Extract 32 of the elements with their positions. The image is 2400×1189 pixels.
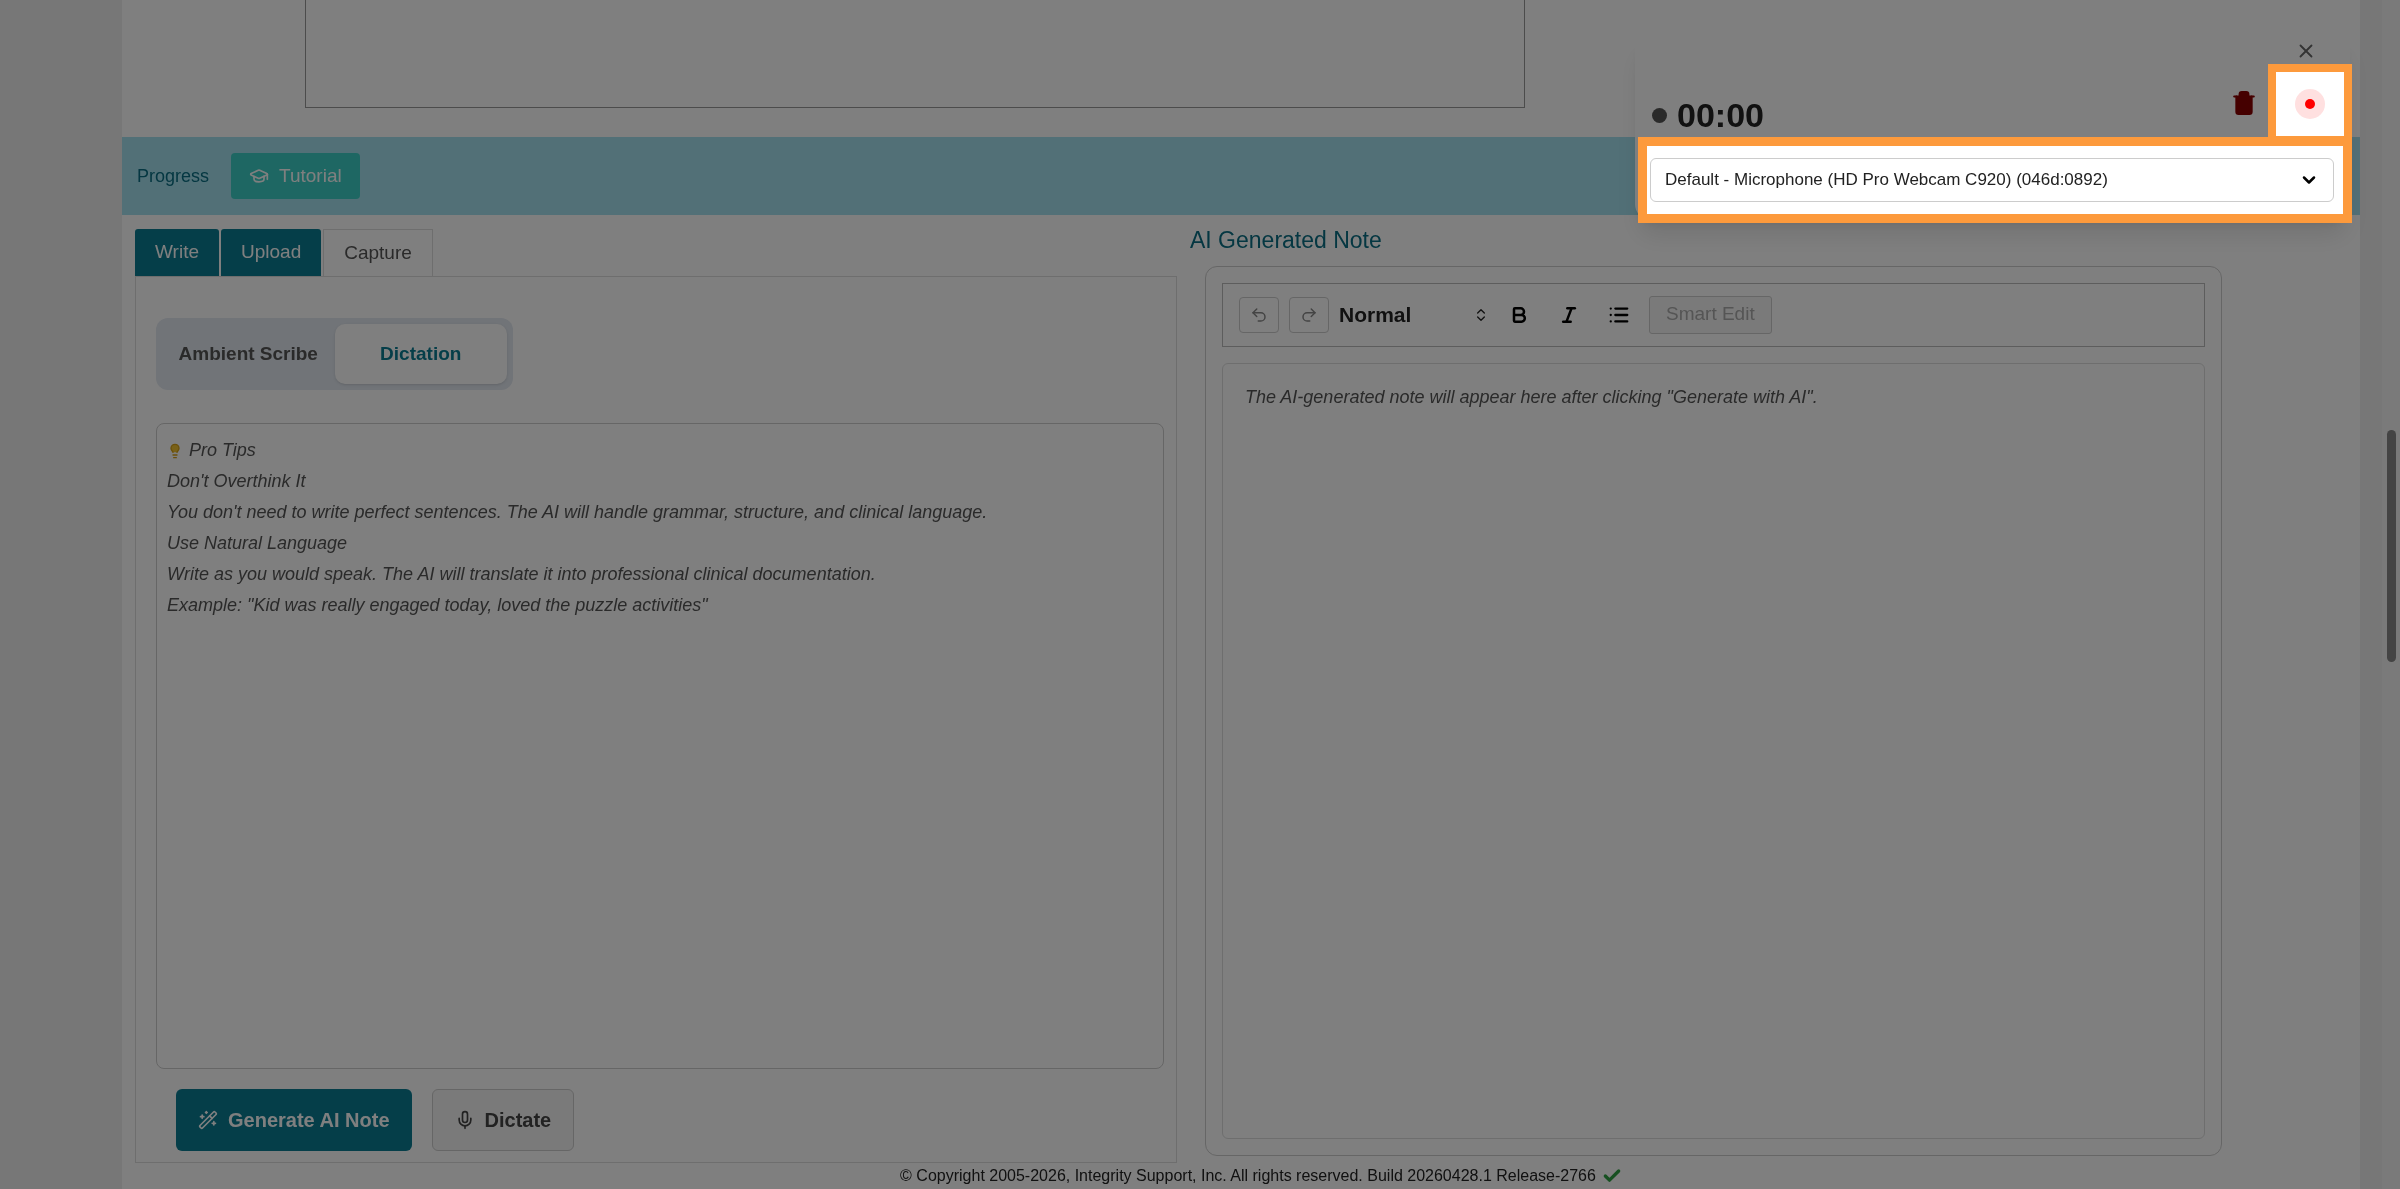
mode-toggle-option[interactable]: Dictation	[334, 324, 507, 384]
graduation-cap-icon	[249, 166, 270, 186]
undo-icon	[1250, 305, 1268, 324]
italic-icon	[1559, 304, 1579, 325]
progress-label: Progress	[137, 164, 210, 188]
tip-line: Use Natural Language	[167, 532, 349, 555]
tip-line: Don't Overthink It	[167, 470, 307, 493]
note-heading: AI Generated Note	[1190, 226, 1383, 255]
tip-line: You don't need to write perfect sentences. The AI will handle grammar, structure, and clinical language.	[167, 501, 989, 524]
input-tab[interactable]: Upload	[221, 229, 322, 276]
dictate-button[interactable]: Dictate	[431, 1089, 575, 1151]
copyright-text: © Copyright 2005-2026, Integrity Support, Inc. All rights reserved. Build 20260428.1 Release-2766	[900, 1166, 1596, 1186]
undo-button[interactable]	[1239, 296, 1279, 333]
lightbulb-icon	[167, 442, 183, 459]
generate-note-button[interactable]: Generate AI Note	[176, 1089, 412, 1151]
timer: 00:00	[1677, 95, 1764, 136]
redo-button[interactable]	[1289, 296, 1329, 333]
microphone-select[interactable]: Default - Microphone (HD Pro Webcam C920) (046d:0892)	[1650, 158, 2334, 202]
tip-line: Example: "Kid was really engaged today, loved the puzzle activities"	[167, 594, 710, 617]
note-editor[interactable]: The AI-generated note will appear here after clicking "Generate with AI".	[1222, 362, 2205, 1139]
record-button[interactable]	[2295, 89, 2325, 119]
tip-line: Write as you would speak. The AI will translate it into professional clinical documentation.	[167, 563, 877, 586]
input-tab[interactable]: Write	[135, 229, 219, 276]
magic-wand-icon	[198, 1110, 218, 1130]
tutorial-button[interactable]: Tutorial	[231, 153, 360, 199]
pro-tips-title: Pro Tips	[189, 439, 256, 462]
format-dropdown[interactable]: Normal	[1339, 296, 1489, 333]
trash-icon[interactable]	[2231, 90, 2257, 116]
input-tab[interactable]: Capture	[323, 229, 433, 276]
redo-icon	[1300, 305, 1318, 324]
editor-placeholder: The AI-generated note will appear here after clicking "Generate with AI".	[1245, 386, 1818, 407]
mode-toggle-option[interactable]: Ambient Scribe	[162, 324, 335, 384]
